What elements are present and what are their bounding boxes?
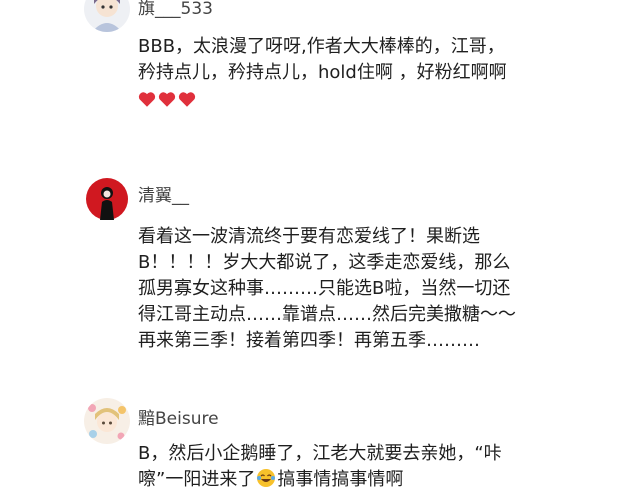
- comment-line: 再来第三季！接着第四季！再第五季………: [138, 330, 480, 351]
- username[interactable]: 黯Beisure: [138, 404, 219, 429]
- comment-text: B，然后小企鹅睡了，江老大就要去亲她，“咔 嚓”一阳进来了 搞事情搞事情啊: [138, 441, 568, 493]
- heart-icon: [138, 91, 156, 107]
- comment-line-text: 嚓”一阳进来了: [138, 469, 256, 490]
- heart-icon: [178, 91, 196, 107]
- comment-line: 看着这一波清流终于要有恋爱线了！果断选: [138, 226, 480, 247]
- avatar[interactable]: [84, 398, 130, 444]
- username[interactable]: 旗___533: [138, 0, 213, 19]
- comment-line-text: 搞事情搞事情啊: [277, 469, 404, 490]
- heart-icon: [158, 91, 176, 107]
- hearts-row: [138, 86, 568, 112]
- avatar[interactable]: [84, 0, 130, 32]
- cartoon-girl-icon: [84, 0, 130, 32]
- comment-line: B！！！！岁大大都说了，这季走恋爱线，那么: [138, 252, 511, 273]
- anime-girl-flowers-icon: [84, 398, 130, 444]
- comment-line: B，然后小企鹅睡了，江老大就要去亲她，“咔: [138, 443, 502, 464]
- comment-line: 矜持点儿，矜持点儿，hold住啊 ，好粉红啊啊: [138, 62, 507, 83]
- username[interactable]: 清翼__: [138, 181, 189, 206]
- comment-line: 孤男寡女这种事………只能选B啦，当然一切还: [138, 278, 511, 299]
- red-circle-figure-icon: [84, 176, 130, 222]
- comment-line: BBB，太浪漫了呀呀,作者大大棒棒的，江哥，: [138, 36, 505, 57]
- laughing-tears-emoji-icon: [257, 469, 276, 487]
- comment-line: 嚓”一阳进来了 搞事情搞事情啊: [138, 467, 568, 493]
- comment-text: 看着这一波清流终于要有恋爱线了！果断选 B！！！！岁大大都说了，这季走恋爱线，那…: [138, 224, 568, 354]
- comment-text: BBB，太浪漫了呀呀,作者大大棒棒的，江哥， 矜持点儿，矜持点儿，hold住啊 …: [138, 34, 568, 112]
- comment-line: 得江哥主动点……靠谱点……然后完美撒糖～～: [138, 304, 516, 325]
- avatar[interactable]: [84, 176, 130, 222]
